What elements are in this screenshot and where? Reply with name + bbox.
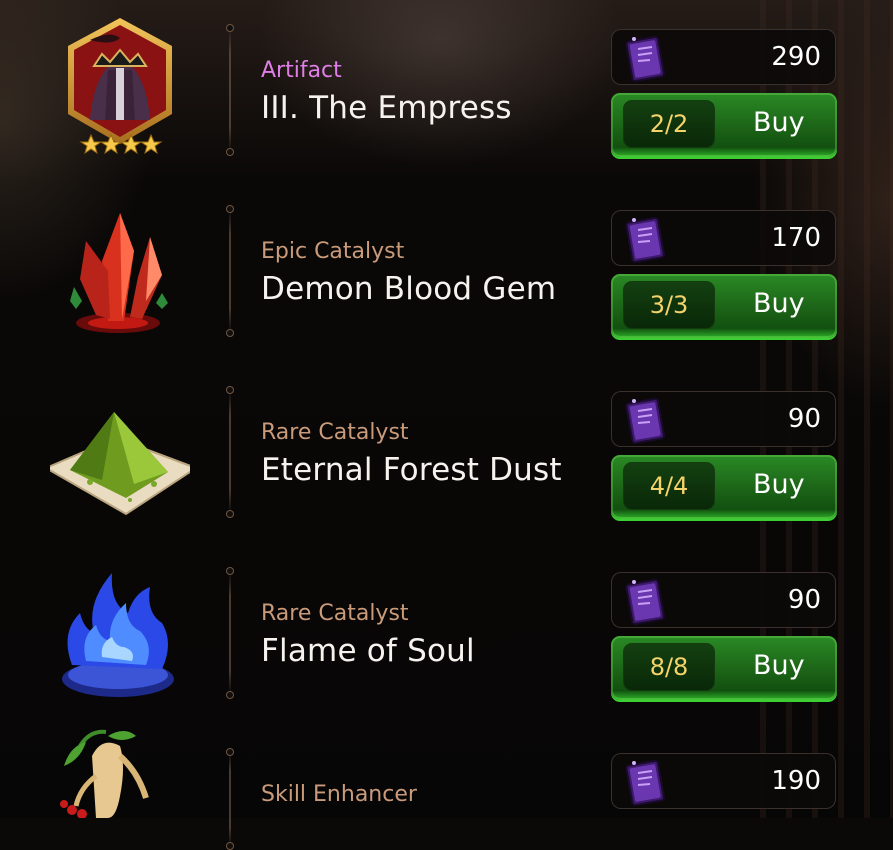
purple-book-currency-icon: [620, 395, 670, 445]
item-category: Epic Catalyst: [261, 239, 405, 264]
ginseng-root-icon[interactable]: [50, 726, 190, 818]
item-category: Skill Enhancer: [261, 782, 417, 807]
row-divider: [226, 567, 234, 699]
item-name: Eternal Forest Dust: [261, 452, 562, 488]
buy-button[interactable]: 2/2 Buy: [611, 93, 837, 157]
item-price: 190: [771, 766, 821, 796]
purple-book-currency-icon: [620, 757, 670, 807]
price-display: 90: [611, 391, 836, 447]
item-price: 170: [771, 223, 821, 253]
buy-label: Buy: [753, 469, 805, 500]
price-display: 170: [611, 210, 836, 266]
empress-artifact-icon[interactable]: [50, 10, 190, 160]
price-display: 90: [611, 572, 836, 628]
item-name: Demon Blood Gem: [261, 271, 557, 307]
purchase-count: 2/2: [623, 100, 715, 148]
item-price: 90: [787, 404, 821, 434]
buy-label: Buy: [753, 107, 805, 138]
buy-label: Buy: [753, 650, 805, 681]
blue-flame-icon[interactable]: [50, 553, 190, 703]
purchase-count: 8/8: [623, 643, 715, 691]
item-name: Flame of Soul: [261, 633, 475, 669]
purchase-count: 3/3: [623, 281, 715, 329]
shop-item-row: Epic Catalyst Demon Blood Gem 170 3/3 Bu…: [0, 181, 893, 362]
item-category: Artifact: [261, 58, 342, 83]
item-category: Rare Catalyst: [261, 420, 409, 445]
row-divider: [226, 24, 234, 156]
purple-book-currency-icon: [620, 576, 670, 626]
item-price: 90: [787, 585, 821, 615]
buy-label: Buy: [753, 288, 805, 319]
row-divider: [226, 205, 234, 337]
purple-book-currency-icon: [620, 33, 670, 83]
item-category: Rare Catalyst: [261, 601, 409, 626]
purple-book-currency-icon: [620, 214, 670, 264]
purchase-count: 4/4: [623, 462, 715, 510]
price-display: 190: [611, 753, 836, 809]
red-crystal-icon[interactable]: [50, 191, 190, 341]
shop-item-row: Rare Catalyst Eternal Forest Dust 90 4/4…: [0, 362, 893, 543]
green-dust-pile-icon[interactable]: [43, 372, 199, 522]
buy-button[interactable]: 8/8 Buy: [611, 636, 837, 700]
shop-item-row: Skill Enhancer 190: [0, 724, 893, 850]
buy-button[interactable]: 4/4 Buy: [611, 455, 837, 519]
item-name: III. The Empress: [261, 90, 512, 126]
shop-item-row: Rare Catalyst Flame of Soul 90 8/8 Buy: [0, 543, 893, 724]
shop-item-row: Artifact III. The Empress 290 2/2 Buy: [0, 0, 893, 181]
item-price: 290: [771, 42, 821, 72]
price-display: 290: [611, 29, 836, 85]
buy-button[interactable]: 3/3 Buy: [611, 274, 837, 338]
row-divider: [226, 748, 234, 850]
row-divider: [226, 386, 234, 518]
